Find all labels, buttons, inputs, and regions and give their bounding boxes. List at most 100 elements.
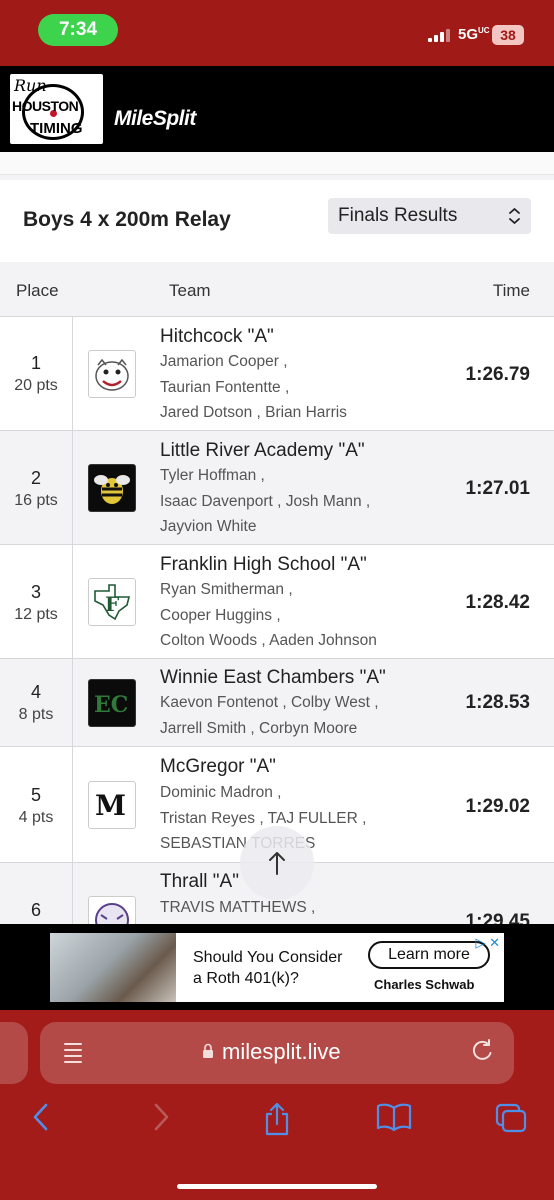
network-indicator: 5GUC — [458, 26, 490, 43]
forward-chevron-icon — [151, 1103, 171, 1139]
table-row[interactable]: 3 12 pts F Franklin High School "A" Ryan… — [0, 544, 554, 659]
back-button[interactable] — [11, 1102, 71, 1140]
learn-more-button[interactable]: Learn more — [368, 941, 490, 969]
results-view-selected: Finals Results — [338, 205, 458, 226]
milesplit-logo[interactable]: MileSplit — [114, 107, 196, 131]
team-name[interactable]: Thrall "A" — [160, 871, 239, 893]
team-name[interactable]: Hitchcock "A" — [160, 326, 274, 348]
athlete-line: Dominic Madron , — [160, 784, 282, 801]
results-table: Place Team Time 1 20 pts Hitchcock "A" J… — [0, 262, 554, 924]
tiger-logo-icon — [88, 896, 136, 924]
event-header: Boys 4 x 200m Relay Finals Results — [0, 180, 554, 262]
ad-banner-container: Should You Consider a Roth 401(k)? Learn… — [0, 924, 554, 1010]
athletes-list: Ryan Smitherman , Cooper Huggins , Colto… — [160, 577, 377, 654]
share-icon — [262, 1102, 292, 1143]
lock-icon — [202, 1043, 214, 1062]
place-number: 5 — [30, 785, 41, 805]
url-text: milesplit.live — [222, 1039, 341, 1064]
mcgregor-logo-letter: M — [95, 789, 126, 822]
chevron-up-down-icon — [508, 198, 521, 248]
ad-choices-icon[interactable]: ▷ ✕ — [475, 935, 500, 951]
athlete-line: Jarrell Smith , Corbyn Moore — [160, 719, 358, 737]
hornet-logo-icon — [88, 464, 136, 512]
run-houston-timing-logo[interactable]: Run HOUSTON TIMING — [10, 74, 103, 144]
header-time: Time — [492, 281, 530, 300]
browser-chrome: milesplit.live — [0, 1010, 554, 1200]
athletes-list: TRAVIS MATTHEWS , — [160, 895, 315, 921]
arrow-up-icon — [267, 846, 287, 876]
place-points: 20 pts — [14, 377, 58, 394]
athlete-line: Jayvion White — [160, 518, 257, 535]
cellular-signal-icon — [428, 28, 450, 42]
previous-tab-peek[interactable] — [0, 1022, 28, 1084]
place-points: 8 pts — [18, 706, 54, 723]
ad-headline: Should You Consider a Roth 401(k)? — [193, 947, 342, 989]
header-place: Place — [16, 281, 59, 300]
logo-houston-text: HOUSTON — [12, 98, 79, 114]
athlete-line: Ryan Smitherman , — [160, 581, 293, 598]
athlete-line: Isaac Davenport , Josh Mann , — [160, 492, 371, 510]
result-time: 1:28.42 — [465, 592, 530, 613]
athletes-list: Jamarion Cooper , Taurian Fontentte , Ja… — [160, 349, 347, 426]
table-row[interactable]: 4 8 pts EC Winnie East Chambers "A" Kaev… — [0, 658, 554, 747]
place-number: 3 — [30, 582, 41, 602]
tabs-button[interactable] — [481, 1102, 541, 1142]
franklin-logo-letter: F — [105, 592, 119, 616]
share-button[interactable] — [247, 1102, 307, 1144]
forward-button[interactable] — [131, 1102, 191, 1140]
header-team: Team — [169, 281, 211, 300]
ec-logo-icon: EC — [88, 679, 136, 727]
home-indicator — [177, 1184, 377, 1189]
place-number: 1 — [30, 353, 41, 373]
logo-run-text: Run — [14, 76, 47, 95]
result-time: 1:27.01 — [465, 478, 530, 499]
team-name[interactable]: Little River Academy "A" — [160, 440, 365, 462]
team-name[interactable]: McGregor "A" — [160, 756, 276, 778]
back-chevron-icon — [31, 1103, 51, 1139]
athlete-line: Colton Woods , Aaden Johnson — [160, 632, 377, 649]
place-cell: 6 — [0, 863, 73, 924]
address-bar[interactable]: milesplit.live — [40, 1022, 514, 1084]
table-header: Place Team Time — [0, 262, 554, 316]
ad-photo — [50, 933, 176, 1002]
team-name[interactable]: Winnie East Chambers "A" — [160, 667, 386, 689]
scroll-to-top-button[interactable] — [240, 826, 314, 900]
athlete-line: Jared Dotson , Brian Harris — [160, 404, 347, 421]
place-number: 4 — [30, 682, 41, 702]
place-cell: 3 12 pts — [0, 545, 73, 659]
athlete-line: Cooper Huggins , — [160, 606, 281, 624]
athlete-line: Jamarion Cooper , — [160, 353, 288, 370]
result-time: 1:26.79 — [465, 364, 530, 385]
reload-icon[interactable] — [470, 1037, 494, 1070]
reader-icon[interactable] — [62, 1039, 84, 1071]
status-time: 7:34 — [38, 14, 118, 46]
place-points: 12 pts — [14, 606, 58, 623]
place-cell: 5 4 pts — [0, 747, 73, 863]
table-row[interactable]: 2 16 pts Little River Academy "A" Tyler … — [0, 430, 554, 545]
ad-banner[interactable]: Should You Consider a Roth 401(k)? Learn… — [50, 933, 504, 1002]
logo-timing-text: TIMING — [30, 120, 83, 137]
place-cell: 4 8 pts — [0, 659, 73, 747]
header-divider — [0, 152, 554, 175]
battery-icon: 38 — [492, 25, 524, 45]
place-points: 4 pts — [18, 809, 54, 826]
athlete-line: Tyler Hoffman , — [160, 467, 265, 484]
place-number: 2 — [30, 468, 41, 488]
bookmarks-button[interactable] — [364, 1102, 424, 1140]
place-number: 6 — [30, 900, 41, 920]
event-title: Boys 4 x 200m Relay — [23, 208, 231, 231]
athlete-line: Kaevon Fontenot , Colby West , — [160, 694, 379, 711]
tabs-icon — [494, 1103, 528, 1141]
site-header: Run HOUSTON TIMING MileSplit — [0, 66, 554, 152]
results-view-select[interactable]: Finals Results — [328, 198, 531, 234]
athletes-list: Kaevon Fontenot , Colby West , Jarrell S… — [160, 690, 379, 741]
athlete-line: Tristan Reyes , TAJ FULLER , — [160, 809, 367, 827]
table-row[interactable]: 1 20 pts Hitchcock "A" Jamarion Cooper ,… — [0, 316, 554, 431]
bulldog-logo-icon — [88, 350, 136, 398]
m-logo-icon: M — [88, 781, 136, 829]
ad-headline-line: Should You Consider — [193, 949, 343, 966]
result-time: 1:28.53 — [465, 692, 530, 713]
result-time: 1:29.02 — [465, 796, 530, 817]
result-time: 1:29.45 — [465, 911, 530, 924]
team-name[interactable]: Franklin High School "A" — [160, 554, 367, 576]
